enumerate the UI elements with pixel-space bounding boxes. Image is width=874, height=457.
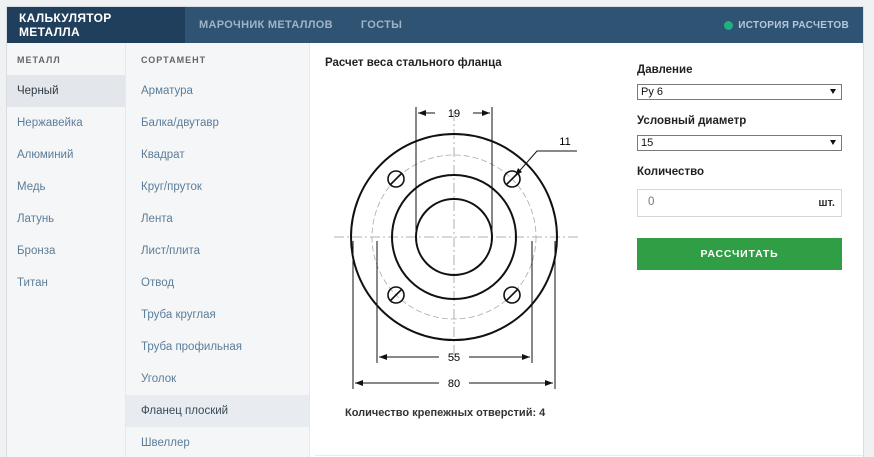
history-dot-icon — [724, 20, 734, 30]
dim-label-hole: 11 — [559, 136, 570, 148]
quantity-input[interactable] — [648, 196, 798, 208]
metal-item-bronze[interactable]: Бронза — [7, 235, 125, 267]
pressure-select[interactable]: Ру 6 — [637, 84, 842, 100]
dim-label-55: 55 — [448, 352, 460, 364]
diameter-select[interactable]: 15 — [637, 135, 842, 151]
quantity-field[interactable]: шт. — [637, 189, 842, 217]
sortament-item-round-pipe[interactable]: Труба круглая — [126, 299, 309, 331]
pressure-label: Давление — [637, 64, 693, 76]
nav-item-metal-grades[interactable]: МАРОЧНИК МЕТАЛЛОВ — [185, 7, 347, 43]
sortament-item-rebar[interactable]: Арматура — [126, 75, 309, 107]
sortament-item-round-bar[interactable]: Круг/пруток — [126, 171, 309, 203]
dim-label-19: 19 — [448, 108, 460, 120]
metal-item-stainless[interactable]: Нержавейка — [7, 107, 125, 139]
drawing-title: Расчет веса стального фланца — [325, 57, 502, 69]
diameter-label: Условный диаметр — [637, 115, 747, 127]
sortament-item-profile-pipe[interactable]: Труба профильная — [126, 331, 309, 363]
sortament-column: СОРТАМЕНТ Арматура Балка/двутавр Квадрат… — [126, 43, 310, 457]
sortament-item-channel[interactable]: Швеллер — [126, 427, 309, 457]
diameter-select-value: 15 — [641, 137, 654, 149]
sortament-item-beam[interactable]: Балка/двутавр — [126, 107, 309, 139]
app-window: КАЛЬКУЛЯТОР МЕТАЛЛА МАРОЧНИК МЕТАЛЛОВ ГО… — [6, 6, 864, 457]
metal-item-brass[interactable]: Латунь — [7, 203, 125, 235]
metal-column: МЕТАЛЛ Черный Нержавейка Алюминий Медь Л… — [7, 43, 126, 457]
sortament-column-header: СОРТАМЕНТ — [141, 55, 207, 65]
sortament-item-square[interactable]: Квадрат — [126, 139, 309, 171]
dim-label-80: 80 — [448, 378, 460, 390]
nav-history-link[interactable]: ИСТОРИЯ РАСЧЕТОВ — [718, 7, 863, 43]
chevron-down-icon — [830, 140, 836, 145]
bolt-holes-count: Количество крепежных отверстий: 4 — [345, 407, 546, 419]
metal-item-titanium[interactable]: Титан — [7, 267, 125, 299]
sortament-item-sheet[interactable]: Лист/плита — [126, 235, 309, 267]
top-navbar: КАЛЬКУЛЯТОР МЕТАЛЛА МАРОЧНИК МЕТАЛЛОВ ГО… — [7, 7, 863, 43]
sortament-item-strip[interactable]: Лента — [126, 203, 309, 235]
nav-history-label: ИСТОРИЯ РАСЧЕТОВ — [738, 19, 849, 31]
metal-item-copper[interactable]: Медь — [7, 171, 125, 203]
metal-column-header: МЕТАЛЛ — [17, 55, 61, 65]
flange-drawing: 19 11 55 80 — [334, 107, 579, 390]
nav-item-gosts[interactable]: ГОСТЫ — [347, 7, 416, 43]
quantity-label: Количество — [637, 166, 705, 178]
calculate-button[interactable]: РАССЧИТАТЬ — [637, 238, 842, 270]
metal-item-aluminium[interactable]: Алюминий — [7, 139, 125, 171]
sortament-item-flat-flange[interactable]: Фланец плоский — [126, 395, 309, 427]
pressure-select-value: Ру 6 — [641, 86, 664, 98]
chevron-down-icon — [830, 89, 836, 94]
sortament-item-elbow[interactable]: Отвод — [126, 267, 309, 299]
quantity-unit: шт. — [818, 197, 835, 209]
metal-item-black[interactable]: Черный — [7, 75, 125, 107]
nav-brand-metal-calculator[interactable]: КАЛЬКУЛЯТОР МЕТАЛЛА — [7, 7, 185, 43]
sortament-item-angle[interactable]: Уголок — [126, 363, 309, 395]
